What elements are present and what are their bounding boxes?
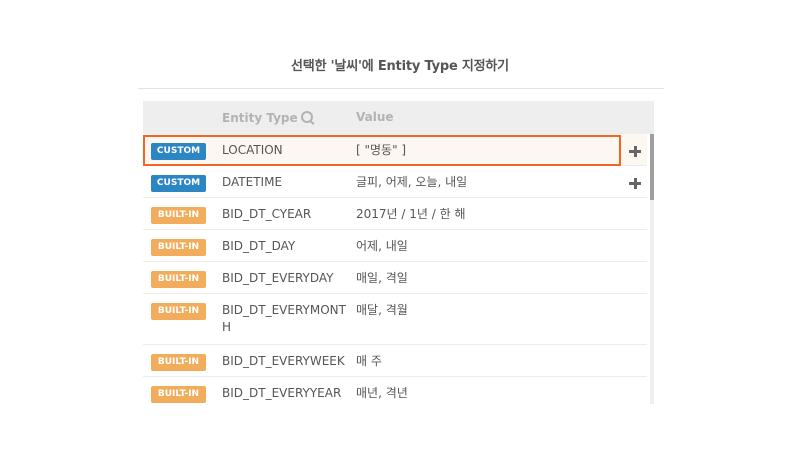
entity-value: 글피, 어제, 오늘, 내일 (356, 175, 468, 189)
column-header-value: Value (356, 110, 394, 124)
entity-type-name: LOCATION (222, 143, 283, 157)
entity-value: 매 주 (356, 354, 382, 368)
entity-type-name: BID_DT_EVERYDAY (222, 271, 334, 285)
title-divider (138, 88, 664, 89)
entity-value: 어제, 내일 (356, 239, 408, 253)
entity-value: 매달, 격월 (356, 303, 408, 317)
entity-type-name: BID_DT_EVERYYEAR (222, 386, 342, 400)
table-header: Entity Type Value (143, 101, 654, 134)
table-row[interactable]: CUSTOM DATETIME 글피, 어제, 오늘, 내일 (143, 166, 647, 198)
table-row[interactable]: BUILT-IN BID_DT_DAY 어제, 내일 (143, 230, 647, 262)
table-row[interactable]: BUILT-IN BID_DT_EVERYDAY 매일, 격일 (143, 262, 647, 294)
column-header-entity-type-label: Entity Type (222, 111, 298, 125)
entity-type-name: BID_DT_EVERYMONTH (222, 303, 346, 334)
table-row[interactable]: BUILT-IN BID_DT_EVERYYEAR 매년, 격년 (143, 377, 647, 404)
entity-type-name: BID_DT_EVERYWEEK (222, 354, 345, 368)
built-in-badge: BUILT-IN (151, 271, 206, 288)
built-in-badge: BUILT-IN (151, 303, 206, 320)
table-row[interactable]: BUILT-IN BID_DT_CYEAR 2017년 / 1년 / 한 해 (143, 198, 647, 230)
table-row[interactable]: CUSTOM LOCATION [ "명동" ] (143, 134, 647, 166)
entity-type-table: Entity Type Value CUSTOM LOCATION [ "명동"… (143, 101, 654, 404)
entity-value: 2017년 / 1년 / 한 해 (356, 207, 466, 221)
built-in-badge: BUILT-IN (151, 354, 206, 371)
built-in-badge: BUILT-IN (151, 207, 206, 224)
entity-value: 매일, 격일 (356, 271, 408, 285)
custom-badge: CUSTOM (151, 175, 206, 192)
built-in-badge: BUILT-IN (151, 386, 206, 403)
scrollbar-thumb[interactable] (650, 134, 654, 200)
entity-value: [ "명동" ] (356, 143, 407, 157)
entity-value: 매년, 격년 (356, 386, 408, 400)
column-header-entity-type[interactable]: Entity Type (222, 110, 313, 125)
built-in-badge: BUILT-IN (151, 239, 206, 256)
entity-type-name: BID_DT_DAY (222, 239, 296, 253)
dialog-title: 선택한 '날씨'에 Entity Type 지정하기 (291, 59, 509, 74)
entity-type-name: DATETIME (222, 175, 283, 189)
table-row[interactable]: BUILT-IN BID_DT_EVERYMONTH 매달, 격월 (143, 294, 647, 345)
custom-badge: CUSTOM (151, 143, 206, 160)
entity-type-dialog: 선택한 '날씨'에 Entity Type 지정하기 Entity Type V… (0, 0, 800, 460)
plus-icon[interactable] (629, 177, 641, 189)
entity-type-name: BID_DT_CYEAR (222, 207, 312, 221)
table-body: CUSTOM LOCATION [ "명동" ] CUSTOM DATETIME… (143, 134, 654, 404)
search-icon[interactable] (300, 111, 313, 123)
table-row[interactable]: BUILT-IN BID_DT_EVERYWEEK 매 주 (143, 345, 647, 377)
plus-icon[interactable] (629, 145, 641, 157)
